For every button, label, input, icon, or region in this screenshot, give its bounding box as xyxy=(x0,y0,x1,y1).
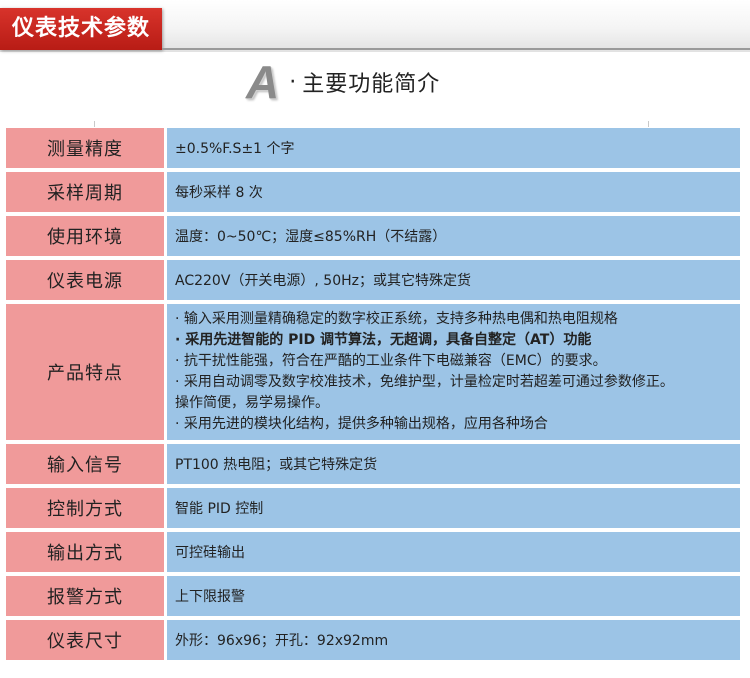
spec-label: 测量精度 xyxy=(6,128,164,168)
feature-line: · 采用自动调零及数字校准技术，免维护型，计量检定时若超差可通过参数修正。 xyxy=(175,374,674,390)
spec-row-size: 仪表尺寸 外形：96x96；开孔：92x92mm xyxy=(6,620,740,660)
section-title: 主要功能简介 xyxy=(302,72,441,97)
spec-label: 仪表尺寸 xyxy=(6,620,164,660)
section-letter-icon: A xyxy=(246,56,280,108)
spec-label: 输出方式 xyxy=(6,532,164,572)
feature-line: · 采用先进的模块化结构，提供多种输出规格，应用各种场合 xyxy=(175,416,548,432)
feature-line: · 采用先进智能的 PID 调节算法，无超调，具备自整定（AT）功能 xyxy=(175,332,592,348)
spec-label: 仪表电源 xyxy=(6,260,164,300)
spec-row-power: 仪表电源 AC220V（开关电源）, 50Hz；或其它特殊定货 xyxy=(6,260,740,300)
spec-label: 采样周期 xyxy=(6,172,164,212)
spec-value: AC220V（开关电源）, 50Hz；或其它特殊定货 xyxy=(167,260,740,300)
spec-label: 报警方式 xyxy=(6,576,164,616)
spec-row-output: 输出方式 可控硅输出 xyxy=(6,532,740,572)
feature-line: 操作简便，易学易操作。 xyxy=(175,395,329,411)
spec-value: PT100 热电阻；或其它特殊定货 xyxy=(167,444,740,484)
header-divider xyxy=(162,48,750,50)
spec-label: 使用环境 xyxy=(6,216,164,256)
spec-value: 每秒采样 8 次 xyxy=(167,172,740,212)
corner-mark-left xyxy=(94,121,95,127)
spec-row-accuracy: 测量精度 ±0.5%F.S±1 个字 xyxy=(6,128,740,168)
header-title: 仪表技术参数 xyxy=(0,8,162,50)
feature-line: · 输入采用测量精确稳定的数字校正系统，支持多种热电偶和热电阻规格 xyxy=(175,311,618,327)
spec-row-control: 控制方式 智能 PID 控制 xyxy=(6,488,740,528)
section-dot: · xyxy=(289,69,297,95)
spec-value: 温度：0~50℃；湿度≤85%RH（不结露） xyxy=(167,216,740,256)
corner-mark-right xyxy=(648,121,649,127)
spec-row-alarm: 报警方式 上下限报警 xyxy=(6,576,740,616)
spec-value-features: · 输入采用测量精确稳定的数字校正系统，支持多种热电偶和热电阻规格 · 采用先进… xyxy=(167,304,740,440)
spec-label: 输入信号 xyxy=(6,444,164,484)
spec-row-environment: 使用环境 温度：0~50℃；湿度≤85%RH（不结露） xyxy=(6,216,740,256)
spec-row-sampling: 采样周期 每秒采样 8 次 xyxy=(6,172,740,212)
spec-value: 可控硅输出 xyxy=(167,532,740,572)
spec-row-input: 输入信号 PT100 热电阻；或其它特殊定货 xyxy=(6,444,740,484)
spec-value: 智能 PID 控制 xyxy=(167,488,740,528)
spec-row-features: 产品特点 · 输入采用测量精确稳定的数字校正系统，支持多种热电偶和热电阻规格 ·… xyxy=(6,304,740,440)
spec-value: ±0.5%F.S±1 个字 xyxy=(167,128,740,168)
spec-value: 外形：96x96；开孔：92x92mm xyxy=(167,620,740,660)
specs-table: 测量精度 ±0.5%F.S±1 个字 采样周期 每秒采样 8 次 使用环境 温度… xyxy=(6,128,740,664)
spec-label: 产品特点 xyxy=(6,304,164,440)
feature-line: · 抗干扰性能强，符合在严酷的工业条件下电磁兼容（EMC）的要求。 xyxy=(175,353,607,369)
section-heading: A · 主要功能简介 xyxy=(246,56,441,108)
spec-label: 控制方式 xyxy=(6,488,164,528)
spec-value: 上下限报警 xyxy=(167,576,740,616)
